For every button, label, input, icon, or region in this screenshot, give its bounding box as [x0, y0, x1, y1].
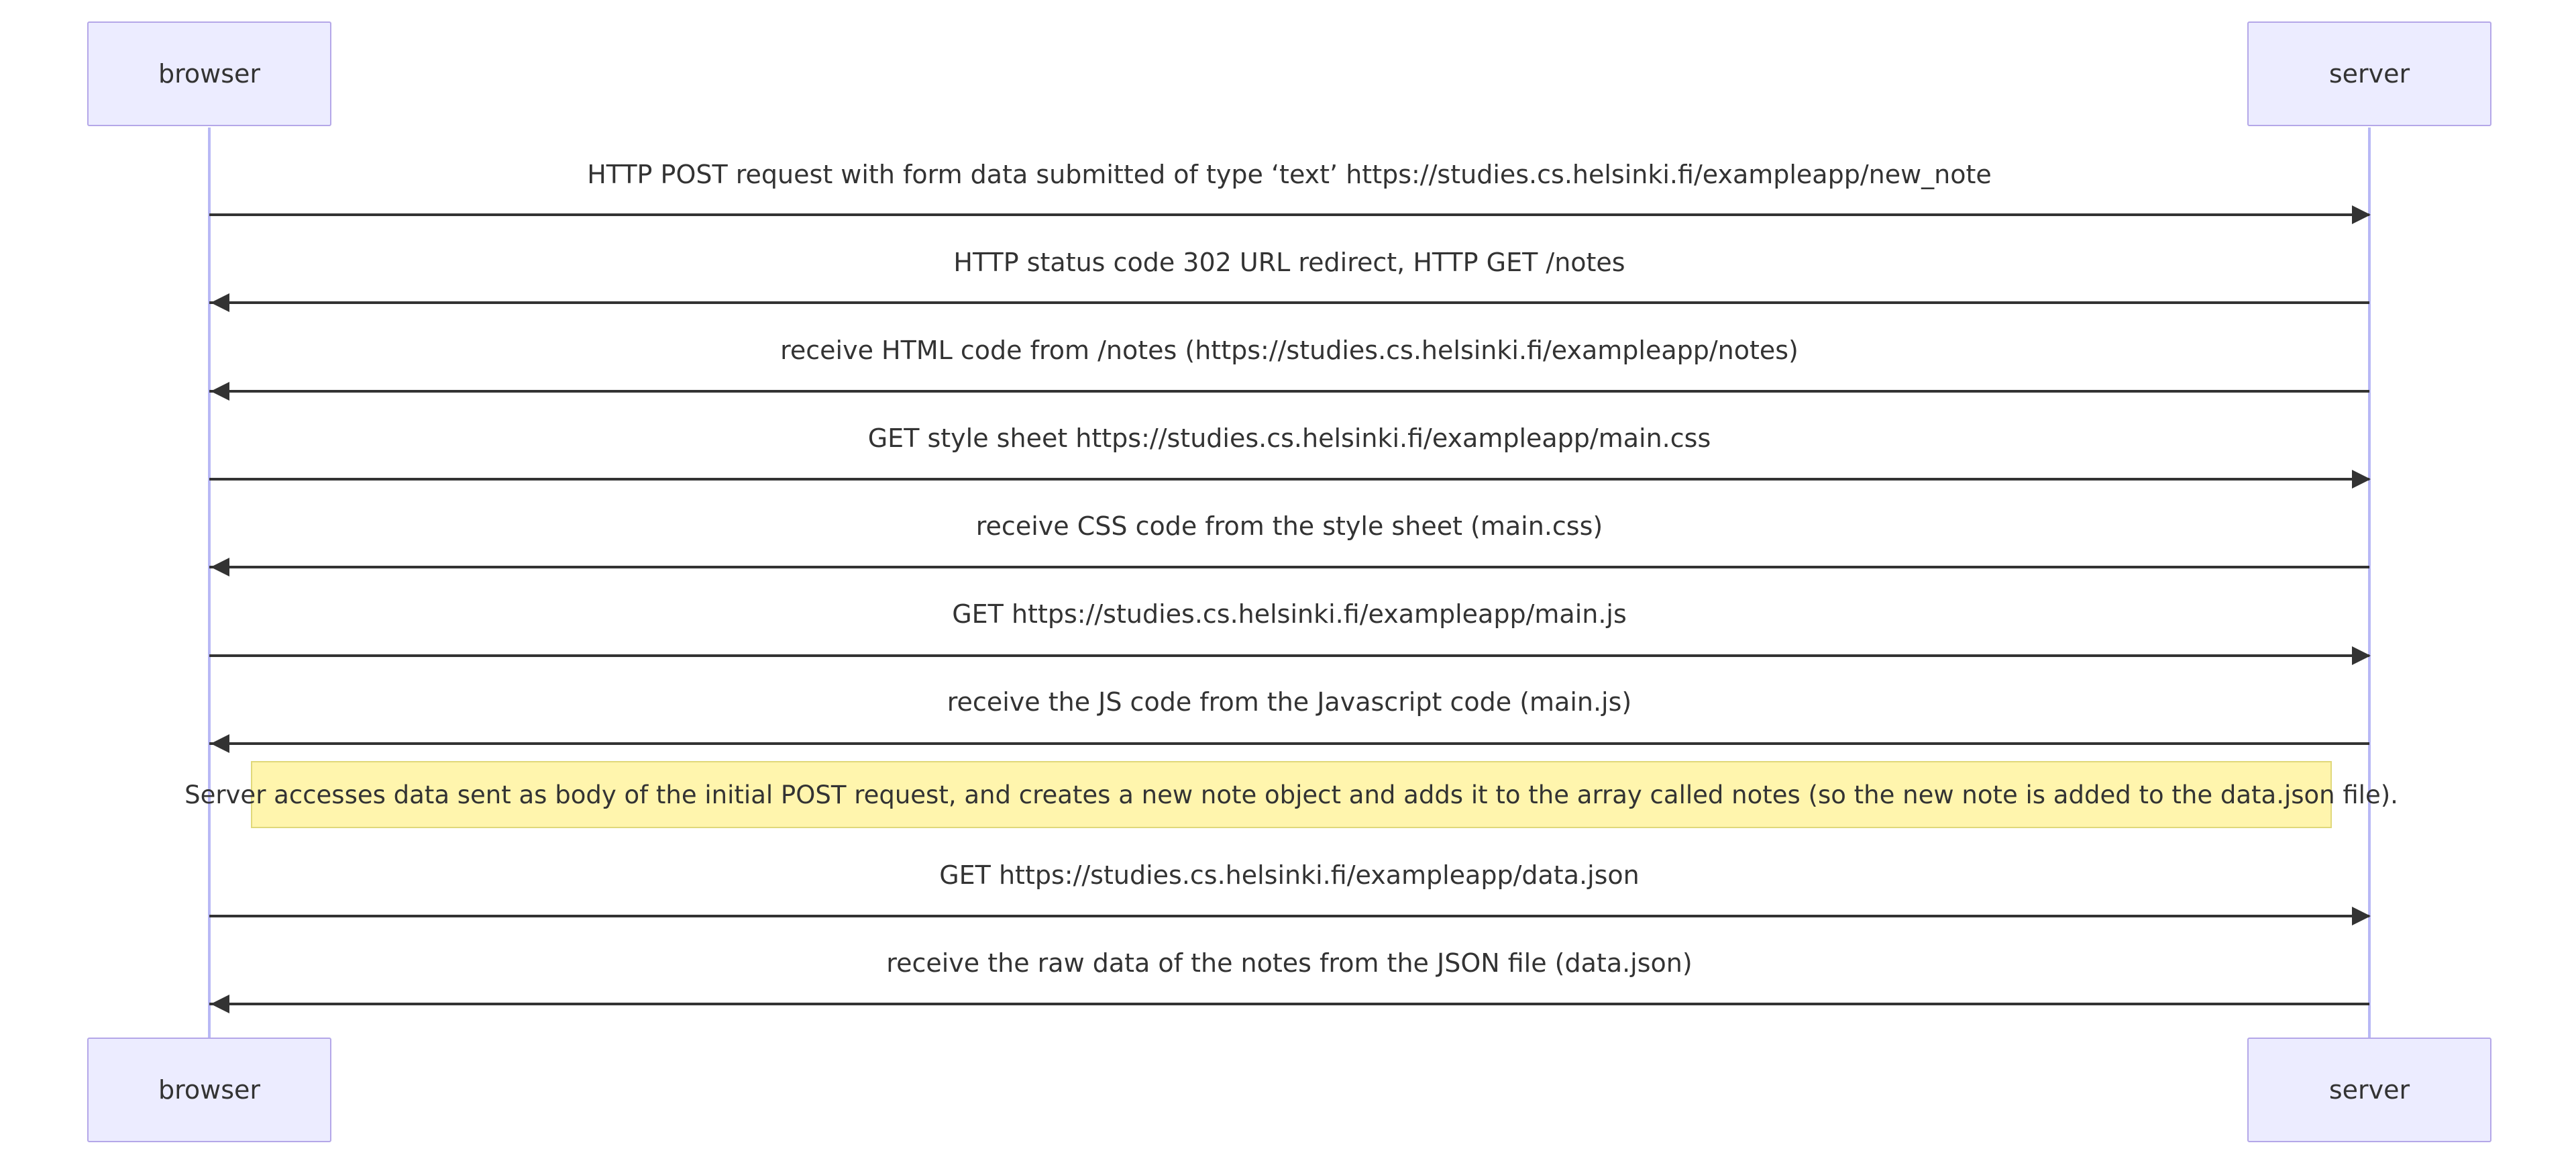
arrowhead-left-icon: [211, 995, 229, 1013]
message-arrow-line: [209, 301, 2369, 304]
message-arrow-line: [209, 1003, 2369, 1005]
actor-server-top: server: [2247, 21, 2491, 126]
message-arrow-line: [209, 654, 2369, 657]
message-label: GET https://studies.cs.helsinki.fi/examp…: [952, 599, 1627, 629]
arrowhead-left-icon: [211, 293, 229, 312]
sequence-diagram: browser server browser server HTTP POST …: [0, 0, 2576, 1157]
actor-server-label: server: [2328, 1075, 2410, 1105]
message-label: GET https://studies.cs.helsinki.fi/examp…: [939, 860, 1640, 890]
message-arrow-line: [209, 478, 2369, 481]
arrowhead-right-icon: [2352, 205, 2371, 224]
actor-browser-bottom: browser: [87, 1038, 331, 1142]
message-label: receive CSS code from the style sheet (m…: [975, 511, 1603, 541]
arrowhead-left-icon: [211, 382, 229, 401]
message-arrow-line: [209, 742, 2369, 745]
message-label: receive the JS code from the Javascript …: [947, 687, 1632, 717]
arrowhead-right-icon: [2352, 470, 2371, 489]
message-arrow-line: [209, 213, 2369, 216]
message-label: GET style sheet https://studies.cs.helsi…: [867, 423, 1711, 453]
message-label: HTTP POST request with form data submitt…: [587, 160, 1992, 189]
arrowhead-right-icon: [2352, 646, 2371, 665]
server-lifeline: [2368, 128, 2371, 1040]
message-label: HTTP status code 302 URL redirect, HTTP …: [953, 248, 1625, 277]
message-arrow-line: [209, 915, 2369, 917]
actor-browser-label: browser: [158, 59, 261, 89]
note-text: Server accesses data sent as body of the…: [184, 780, 2398, 809]
message-arrow-line: [209, 566, 2369, 568]
message-arrow-line: [209, 390, 2369, 393]
arrowhead-right-icon: [2352, 907, 2371, 925]
actor-server-label: server: [2328, 59, 2410, 89]
arrowhead-left-icon: [211, 558, 229, 576]
note-box: Server accesses data sent as body of the…: [184, 761, 2398, 828]
actor-server-bottom: server: [2247, 1038, 2491, 1142]
message-label: receive HTML code from /notes (https://s…: [780, 336, 1799, 365]
actor-browser-top: browser: [87, 21, 331, 126]
arrowhead-left-icon: [211, 734, 229, 753]
message-label: receive the raw data of the notes from t…: [886, 948, 1693, 978]
actor-browser-label: browser: [158, 1075, 261, 1105]
